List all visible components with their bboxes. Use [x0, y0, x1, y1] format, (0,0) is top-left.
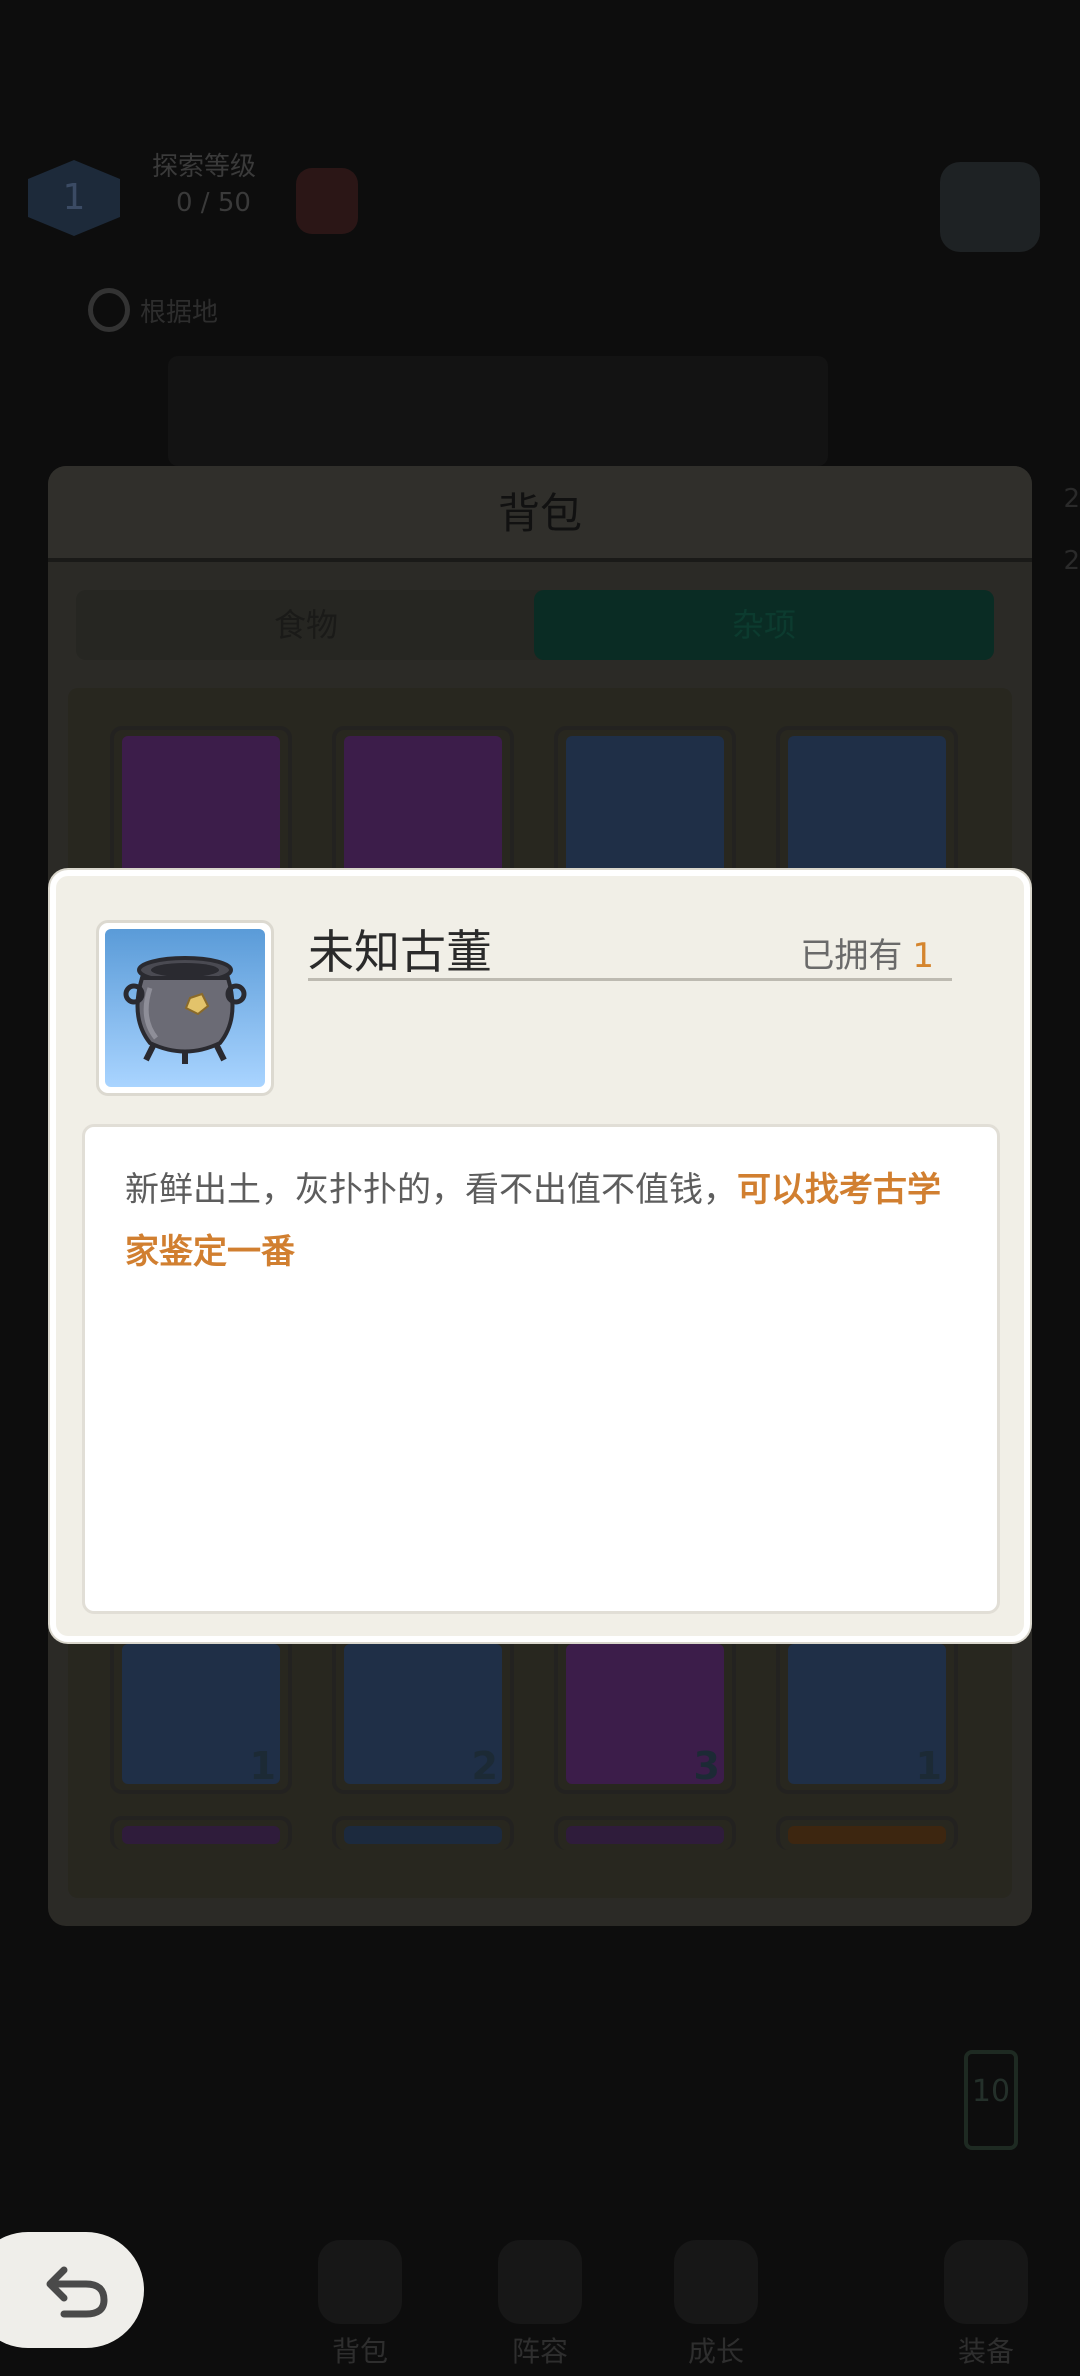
item-slot-log[interactable]: 1	[110, 1634, 292, 1794]
item-count: 1	[249, 1744, 276, 1788]
nav-label: 装备	[957, 2335, 1014, 2368]
owned-count: 已拥有 1	[800, 928, 934, 977]
nav-item-growth: 成长	[656, 2200, 776, 2376]
item-slot-rainbow-scroll[interactable]	[776, 726, 958, 886]
item-slot-golden-leaf[interactable]	[110, 726, 292, 886]
nav-label: 成长	[687, 2335, 744, 2368]
orb-icon	[566, 736, 724, 876]
item-count: 1	[915, 1744, 942, 1788]
side-label: 2	[1063, 484, 1080, 514]
scroll-icon	[788, 736, 946, 876]
backpack-header: 背包	[48, 466, 1032, 562]
nav-item-backpack: 背包	[300, 2200, 420, 2376]
owned-label: 已拥有	[800, 936, 903, 976]
level-badge: 1	[28, 160, 120, 236]
item-count: 2	[471, 1744, 498, 1788]
level-value: 0 / 50	[176, 188, 251, 218]
back-button[interactable]	[0, 2232, 144, 2348]
divider	[308, 978, 952, 981]
bottom-nav: 背包 阵容 成长 装备	[0, 2200, 1080, 2376]
tab-food[interactable]: 食物	[76, 590, 536, 660]
item-slot-banana[interactable]: 2	[332, 1634, 514, 1794]
camera-icon	[940, 162, 1040, 252]
owned-number: 1	[912, 936, 934, 976]
side-label: 2	[1063, 546, 1080, 576]
team-icon	[498, 2240, 582, 2324]
item-slot-stone[interactable]: 3	[554, 1634, 736, 1794]
item-description: 新鲜出土，灰扑扑的，看不出值不值钱，可以找考古学家鉴定一番	[125, 1159, 957, 1283]
back-arrow-icon	[46, 2266, 108, 2318]
nav-label: 阵容	[511, 2335, 568, 2368]
nav-label: 背包	[331, 2335, 388, 2368]
antique-pot-icon	[105, 929, 265, 1087]
item-slot[interactable]	[554, 1816, 736, 1850]
backpack-icon	[318, 2240, 402, 2324]
item-slot-antique-pot[interactable]: 1	[776, 1634, 958, 1794]
description-text: 新鲜出土，灰扑扑的，看不出值不值钱，	[125, 1170, 737, 1210]
item-icon-frame	[96, 920, 274, 1096]
backpack-title: 背包	[497, 489, 582, 538]
location-label: 根据地	[140, 298, 219, 328]
backpack-tabs: 食物 杂项	[76, 590, 994, 660]
item-slot-free-ticket[interactable]	[332, 726, 514, 886]
equipment-icon	[944, 2240, 1028, 2324]
growth-icon	[674, 2240, 758, 2324]
energy-battery: 10	[964, 2050, 1018, 2150]
tab-misc[interactable]: 杂项	[534, 590, 994, 660]
nav-item-equipment: 装备	[926, 2200, 1046, 2376]
item-name: 未知古董	[308, 925, 492, 979]
location-pin-icon	[88, 288, 130, 332]
avatar-icon	[296, 168, 358, 234]
item-slot[interactable]	[110, 1816, 292, 1850]
item-count: 3	[693, 1744, 720, 1788]
level-title: 探索等级	[152, 152, 257, 182]
item-slot[interactable]	[776, 1816, 958, 1850]
hud-banner	[168, 356, 828, 466]
golden-leaf-icon	[122, 736, 280, 876]
nav-item-team: 阵容	[480, 2200, 600, 2376]
item-slot[interactable]	[332, 1816, 514, 1850]
ticket-icon	[344, 736, 502, 876]
item-detail-popup: 未知古董 已拥有 1 新鲜出土，灰扑扑的，看不出值不值钱，可以找考古学家鉴定一番	[50, 870, 1030, 1642]
description-box: 新鲜出土，灰扑扑的，看不出值不值钱，可以找考古学家鉴定一番	[82, 1124, 1000, 1614]
item-slot-golden-orb[interactable]	[554, 726, 736, 886]
